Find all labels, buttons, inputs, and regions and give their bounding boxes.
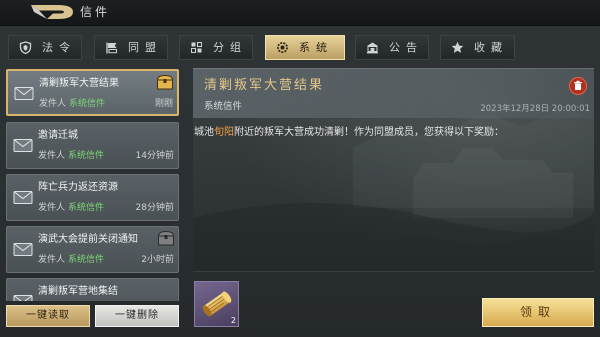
mail-title: 演武大会提前关闭通知 (38, 234, 138, 245)
mail-sender: 发件人 系统信件 (38, 203, 104, 214)
mail-title: 清剿叛军营地集结 (38, 286, 118, 297)
tab-announcements[interactable]: 公告 (355, 35, 429, 60)
tab-decrees[interactable]: 法令 (8, 35, 82, 60)
tab-system[interactable]: 系统 (265, 35, 345, 60)
mail-detail-title: 清剿叛军大营结果 (204, 78, 325, 93)
gear-icon (277, 42, 288, 53)
sender-name: 系统信件 (68, 203, 105, 213)
list-item[interactable]: 清剿叛军大营结果 发件人 系统信件 刚刚 (6, 69, 179, 116)
mail-title: 邀请迁城 (38, 130, 78, 141)
sender-label: 发件人 (39, 99, 67, 109)
back-arrow-icon (31, 5, 73, 19)
sender-name: 系统信件 (68, 255, 105, 265)
reward-item[interactable]: 2 (194, 281, 239, 327)
mail-detail-date: 2023年12月28日 20:00:01 (480, 104, 590, 114)
tab-favorites[interactable]: 收藏 (440, 35, 515, 60)
star-icon (451, 41, 464, 53)
treasure-chest-icon (157, 230, 175, 246)
read-all-button[interactable]: 一键读取 (6, 305, 90, 327)
alliance-flag-icon (106, 42, 117, 54)
mail-detail-panel: 清剿叛军大营结果 系统信件 2023年12月28日 20:00:01 城池旬阳附… (193, 68, 594, 330)
envelope-icon (13, 191, 33, 204)
tab-label: 公告 (389, 41, 423, 54)
page-title: 信件 (80, 5, 111, 19)
delete-mail-button[interactable] (569, 77, 587, 95)
sender-name: 系统信件 (69, 99, 106, 109)
tab-label: 分组 (213, 41, 247, 54)
scroll-icon (202, 291, 232, 317)
envelope-icon (13, 295, 33, 301)
envelope-icon (14, 87, 34, 100)
body-text: 附近的叛军大营成功清剿！作为同盟成员，您获得以下奖励： (234, 127, 504, 138)
mail-detail-body: 城池旬阳附近的叛军大营成功清剿！作为同盟成员，您获得以下奖励： (194, 127, 504, 139)
shield-icon (19, 41, 32, 54)
mail-screen: 信件 法令 同盟 分组 系统 公告 收藏 清剿叛军大营结果 发件人 系统信件 刚… (0, 0, 600, 337)
mail-sender: 发件人 系统信件 (38, 255, 104, 266)
tab-groups[interactable]: 分组 (179, 35, 253, 60)
mail-sender: 发件人 系统信件 (38, 151, 104, 162)
mail-time: 2小时前 (141, 255, 174, 265)
group-grid-icon (191, 42, 202, 53)
sender-label: 发件人 (38, 255, 66, 265)
tab-label: 法令 (42, 41, 76, 54)
tab-alliance[interactable]: 同盟 (94, 35, 168, 60)
mail-time: 14分钟前 (135, 151, 174, 161)
reward-count: 2 (230, 316, 236, 325)
announcement-building-icon (367, 42, 378, 54)
mail-title: 清剿叛军大营结果 (39, 78, 119, 89)
list-item[interactable]: 阵亡兵力返还资源 发件人 系统信件 28分钟前 (6, 174, 179, 221)
envelope-icon (13, 139, 33, 152)
trash-icon (574, 80, 582, 90)
mail-time: 28分钟前 (135, 203, 174, 213)
list-item[interactable]: 演武大会提前关闭通知 发件人 系统信件 2小时前 (6, 226, 179, 273)
mail-title: 阵亡兵力返还资源 (38, 182, 118, 193)
sender-name: 系统信件 (68, 151, 105, 161)
back-button[interactable] (28, 2, 76, 22)
body-text: 城池 (194, 127, 214, 138)
treasure-chest-icon (156, 74, 174, 90)
mail-sender: 发件人 系统信件 (39, 99, 105, 110)
list-item[interactable]: 清剿叛军营地集结 (6, 278, 179, 301)
delete-all-button[interactable]: 一键删除 (95, 305, 179, 327)
mail-time: 刚刚 (154, 99, 173, 109)
sender-label: 发件人 (38, 151, 66, 161)
envelope-icon (13, 243, 33, 256)
tab-label: 收藏 (474, 41, 508, 54)
claim-button[interactable]: 领取 (482, 298, 594, 327)
divider (193, 271, 594, 272)
city-name-highlight: 旬阳 (214, 127, 234, 138)
list-item[interactable]: 邀请迁城 发件人 系统信件 14分钟前 (6, 122, 179, 169)
tab-label: 同盟 (128, 41, 162, 54)
top-bar: 信件 (0, 0, 600, 26)
mail-detail-header: 清剿叛军大营结果 系统信件 2023年12月28日 20:00:01 (193, 68, 594, 118)
mail-detail-sender: 系统信件 (204, 101, 243, 112)
sender-label: 发件人 (38, 203, 66, 213)
mail-list[interactable]: 清剿叛军大营结果 发件人系统信件 刚刚 邀请迁城 发件人系统信件 14分钟前 (6, 68, 179, 301)
tab-label: 系统 (299, 41, 333, 54)
